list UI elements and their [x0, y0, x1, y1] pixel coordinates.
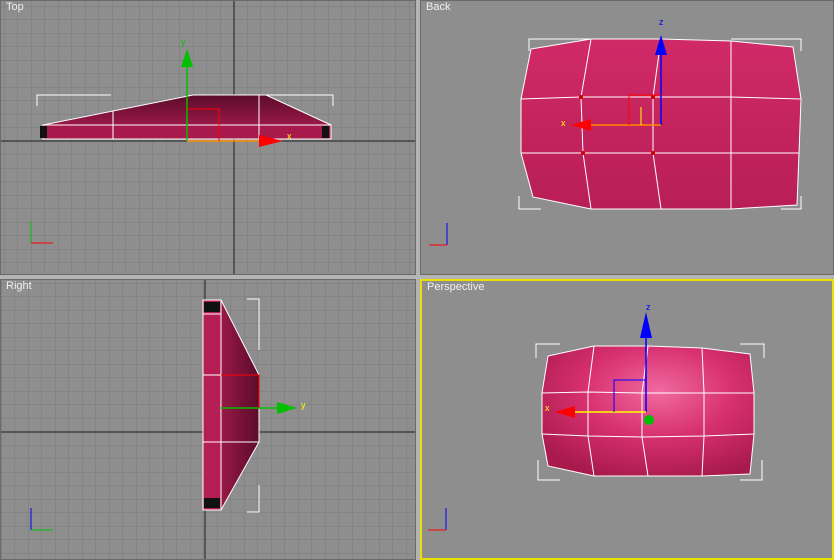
- perspective-view-scene: x z: [428, 302, 765, 531]
- top-view-scene: x y: [1, 1, 415, 274]
- gizmo-x-label: x: [545, 403, 550, 413]
- viewport-back[interactable]: x z Back: [420, 0, 834, 275]
- gizmo-y-label: y: [301, 400, 306, 410]
- viewport-label-top[interactable]: Top: [6, 1, 24, 13]
- gizmo-z-label: z: [659, 17, 664, 27]
- gizmo-y-label: y: [181, 37, 186, 47]
- viewport-right[interactable]: y Right: [0, 279, 416, 560]
- gizmo-x-label: x: [561, 118, 566, 128]
- viewport-top[interactable]: x y Top: [0, 0, 416, 275]
- viewport-label-right[interactable]: Right: [6, 280, 32, 292]
- axis-tripod: [428, 508, 447, 531]
- gizmo-x-label: x: [287, 131, 292, 141]
- axis-tripod: [429, 223, 448, 246]
- viewport-label-perspective[interactable]: Perspective: [427, 281, 484, 293]
- viewport-perspective[interactable]: x z Perspective: [420, 279, 834, 560]
- right-view-scene: y: [1, 280, 415, 559]
- viewport-label-back[interactable]: Back: [426, 1, 450, 13]
- back-view-scene: x z: [429, 17, 802, 246]
- gizmo-z-label: z: [646, 302, 651, 312]
